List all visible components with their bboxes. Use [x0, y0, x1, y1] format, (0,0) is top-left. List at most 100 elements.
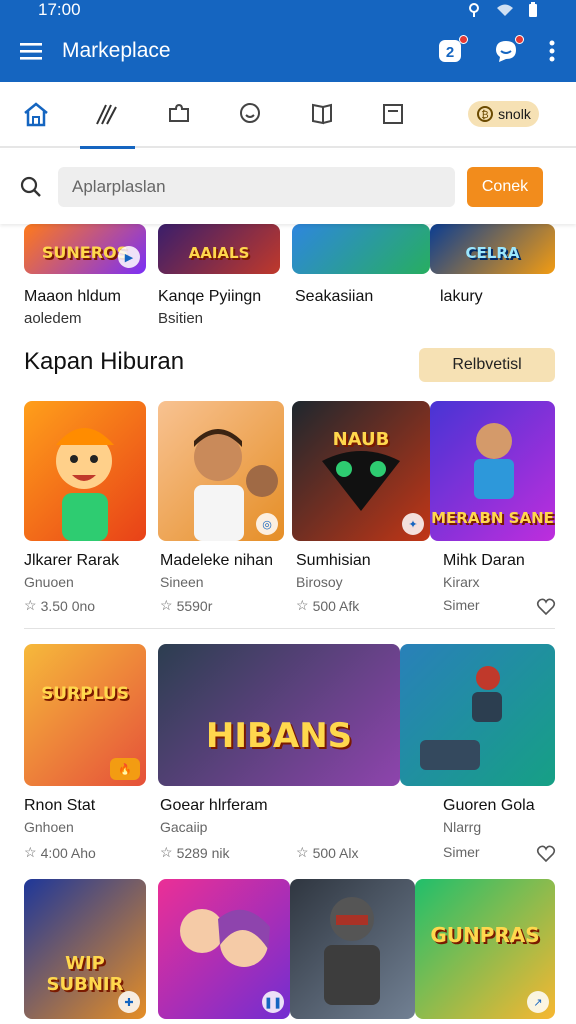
game-sub: Birosoy	[296, 574, 343, 590]
tab-special[interactable]: ₿ snolk	[429, 81, 576, 147]
section-more-button[interactable]: Relbvetisl	[419, 348, 555, 382]
game-art-text: MERABN SANE	[431, 509, 554, 527]
game-meta: Simer	[443, 597, 480, 613]
game-thumb[interactable]: ◎	[158, 401, 284, 541]
puzzle-icon	[168, 103, 189, 122]
star-icon: ☆	[24, 844, 37, 860]
pause-badge-icon: ❚❚	[262, 991, 284, 1013]
notification-dot	[459, 35, 468, 44]
tab-books[interactable]	[286, 81, 358, 147]
more-vert-icon[interactable]	[548, 39, 556, 63]
menu-icon[interactable]	[20, 41, 44, 61]
star-icon: ☆	[296, 844, 309, 860]
battery-icon	[529, 2, 537, 17]
game-thumb[interactable]: WIP SUBNIR ✚	[24, 879, 146, 1019]
game-meta: ☆ 4:00 Aho	[24, 844, 96, 861]
game-meta-text: 5590r	[176, 597, 213, 614]
game-meta-text: 5289 nik	[176, 844, 230, 861]
app-bar: Markeplace 2	[0, 20, 576, 82]
featured-title: Seakasiian	[295, 288, 374, 305]
star-icon: ☆	[160, 597, 173, 613]
game-thumb[interactable]: NAUB ✦	[292, 401, 430, 541]
coin-badge-icon: ◎	[256, 513, 278, 535]
tab-home[interactable]	[0, 81, 72, 147]
star-icon: ☆	[160, 844, 173, 860]
game-meta-text: 4:00 Aho	[40, 844, 96, 861]
tab-puzzle[interactable]	[143, 81, 215, 147]
game-meta: Simer	[443, 844, 480, 860]
game-sub: Gnhoen	[24, 819, 74, 835]
heart-icon[interactable]	[536, 597, 556, 617]
game-sub: Nlarrg	[443, 819, 482, 835]
featured-sub: aoledem	[24, 310, 82, 327]
book-icon	[311, 103, 332, 125]
special-pill[interactable]: ₿ snolk	[468, 101, 539, 127]
featured-title: Maaon hldum	[24, 288, 121, 305]
featured-art-text: AAIALS	[188, 244, 250, 262]
game-thumb[interactable]	[400, 644, 555, 786]
game-meta-text: 500 Alx	[312, 844, 359, 861]
game-meta-text: Simer	[443, 844, 480, 860]
game-meta: ☆ 5289 nik	[160, 844, 230, 861]
game-thumb[interactable]: SURPLUS 🔥	[24, 644, 146, 786]
featured-thumb[interactable]	[292, 224, 430, 274]
soldier-icon	[324, 897, 380, 1005]
game-art-text: SURPLUS	[41, 684, 129, 704]
game-meta-text: Simer	[443, 597, 480, 613]
game-meta: ☆ 3.50 0no	[24, 597, 95, 614]
notif-count: 2	[446, 44, 454, 61]
notifications-button[interactable]: 2	[436, 35, 468, 65]
page-title: Markeplace	[62, 39, 171, 62]
app-bar-actions: 2	[436, 35, 556, 65]
runner-icon	[420, 666, 502, 770]
featured-thumb[interactable]: AAIALS	[158, 224, 280, 274]
search-button[interactable]: Conek	[467, 167, 543, 207]
game-title: Guoren Gola	[443, 797, 535, 814]
game-meta-text: 3.50 0no	[40, 597, 96, 614]
coin-icon: ₿	[477, 106, 494, 122]
share-badge-icon: ↗	[527, 991, 549, 1013]
tab-calendar[interactable]	[358, 81, 430, 147]
play-badge-icon: ▶	[118, 246, 140, 268]
status-time: 17:00	[38, 0, 81, 19]
messages-button[interactable]	[492, 35, 524, 65]
search-input[interactable]	[58, 167, 455, 207]
featured-thumb[interactable]: CELRA	[430, 224, 555, 274]
featured-art-text: CELRA	[465, 244, 520, 262]
search-bar: Conek	[0, 150, 576, 224]
game-meta-text: 500 Afk	[312, 597, 360, 614]
star-icon: ☆	[24, 597, 37, 613]
game-meta: ☆ 500 Alx	[296, 844, 359, 861]
calendar-icon	[383, 104, 404, 124]
category-tabs: ₿ snolk	[0, 81, 576, 149]
featured-strip: SUNEROS ▶ AAIALS CELRA Maaon hldum aoled…	[0, 224, 576, 334]
featured-thumb[interactable]: SUNEROS ▶	[24, 224, 146, 274]
game-art-text: WIP SUBNIR	[46, 953, 124, 995]
game-thumb[interactable]: HIBANS	[158, 644, 400, 786]
message-dot	[515, 35, 524, 44]
game-title: Jlkarer Rarak	[24, 552, 120, 569]
heart-icon[interactable]	[536, 844, 556, 864]
game-title: Mihk Daran	[443, 552, 525, 569]
game-sub: Gacaiip	[160, 819, 208, 835]
game-title: Goear hlrferam	[160, 797, 268, 814]
game-thumb[interactable]	[290, 879, 415, 1019]
star-badge-icon: ✦	[402, 513, 424, 535]
tab-chat[interactable]	[215, 81, 287, 147]
game-thumb[interactable]	[24, 401, 146, 541]
game-thumb[interactable]: MERABN SANE	[430, 401, 555, 541]
character-icon	[56, 428, 114, 541]
row-divider	[24, 628, 555, 629]
search-icon	[20, 176, 41, 197]
game-meta: ☆ 500 Afk	[296, 597, 359, 614]
star-icon: ☆	[296, 597, 309, 613]
home-icon	[23, 102, 48, 127]
game-thumb[interactable]: ❚❚	[158, 879, 290, 1019]
game-title: Madeleke nihan	[160, 552, 273, 569]
location-icon	[469, 3, 479, 17]
controller-badge-icon: ✚	[118, 991, 140, 1013]
tab-games[interactable]	[72, 81, 144, 149]
game-title: Rnon Stat	[24, 797, 96, 814]
featured-title: lakury	[440, 288, 483, 305]
game-thumb[interactable]: GUNPRAS ↗	[415, 879, 555, 1019]
